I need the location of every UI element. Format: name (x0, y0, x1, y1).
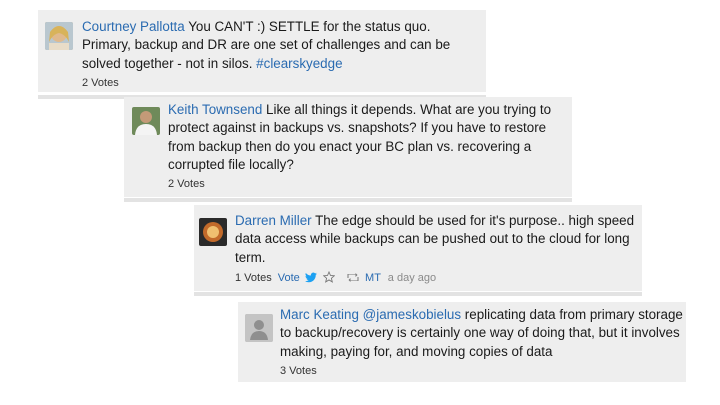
comment-body: Keith Townsend Like all things it depend… (168, 101, 568, 175)
author-link[interactable]: Keith Townsend (168, 102, 262, 117)
comment-actions: 1 Votes Vote MT a day ago (235, 270, 437, 285)
mention-link[interactable]: @jameskobielus (359, 307, 461, 322)
hashtag-link[interactable]: #clearskyedge (256, 56, 342, 71)
author-link[interactable]: Marc Keating (280, 307, 359, 322)
vote-count: 3 Votes (280, 365, 317, 377)
author-link[interactable]: Courtney Pallotta (82, 19, 185, 34)
avatar[interactable] (199, 218, 227, 246)
retweet-icon[interactable] (346, 272, 360, 283)
comment-card: Darren Miller The edge should be used fo… (194, 205, 642, 291)
avatar[interactable] (245, 314, 273, 342)
vote-count: 2 Votes (82, 77, 119, 89)
author-link[interactable]: Darren Miller (235, 213, 312, 228)
vote-count: 1 Votes (235, 272, 272, 284)
vote-count: 2 Votes (168, 178, 205, 190)
user-photo-icon (199, 218, 227, 246)
user-photo-icon (45, 22, 73, 50)
twitter-icon[interactable] (304, 272, 317, 283)
default-user-icon (245, 314, 273, 342)
user-photo-icon (132, 107, 160, 135)
comment-card: Keith Townsend Like all things it depend… (124, 97, 572, 197)
comment-body: Courtney Pallotta You CAN'T :) SETTLE fo… (82, 18, 482, 73)
timestamp: a day ago (387, 272, 437, 284)
comment-body: Marc Keating @jameskobielus replicating … (280, 306, 684, 361)
divider (124, 198, 572, 202)
avatar[interactable] (45, 22, 73, 50)
comment-body: Darren Miller The edge should be used fo… (235, 212, 640, 267)
avatar[interactable] (132, 107, 160, 135)
comment-card: Courtney Pallotta You CAN'T :) SETTLE fo… (38, 10, 486, 92)
comment-card: Marc Keating @jameskobielus replicating … (238, 302, 686, 382)
star-icon[interactable] (322, 270, 336, 283)
divider (194, 292, 642, 296)
mt-button[interactable]: MT (365, 272, 381, 284)
vote-button[interactable]: Vote (278, 272, 300, 284)
